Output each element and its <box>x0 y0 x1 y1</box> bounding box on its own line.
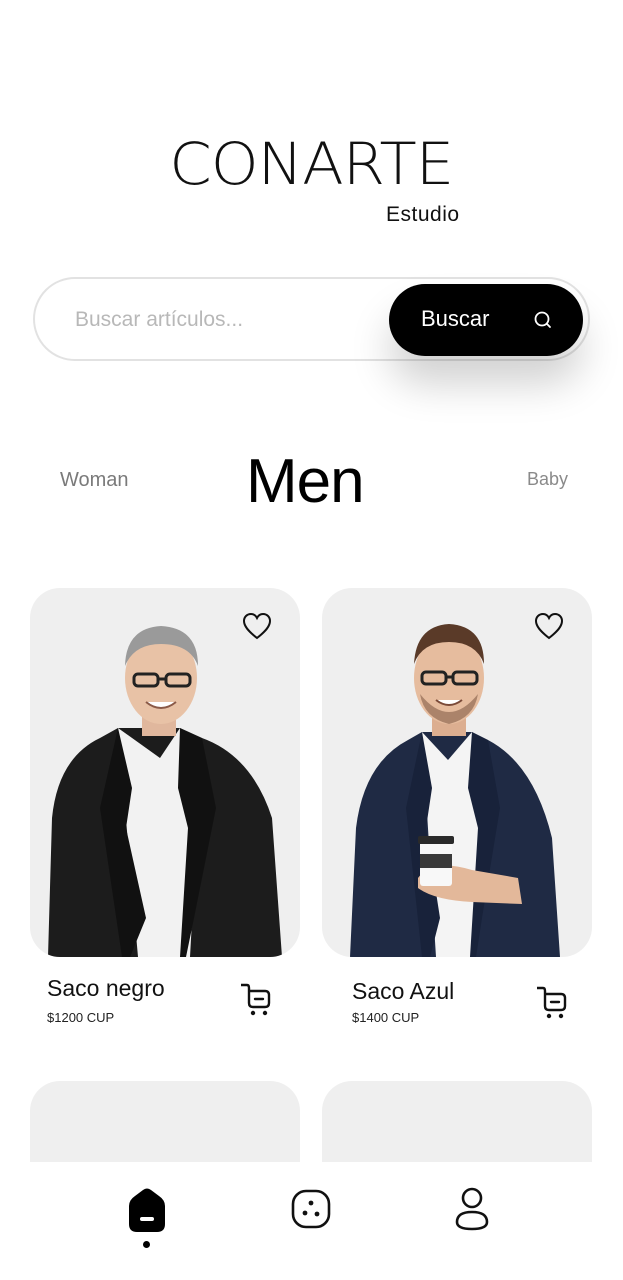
product-price: $1200 CUP <box>47 1010 115 1025</box>
search-bar: Buscar <box>33 277 590 361</box>
cart-icon[interactable] <box>239 981 273 1017</box>
categories-icon[interactable] <box>290 1188 332 1230</box>
brand-name: CONARTE <box>169 130 455 198</box>
search-button-label: Buscar <box>421 306 490 331</box>
bottom-navigation <box>0 1162 623 1280</box>
product-name: Saco negro <box>47 975 165 1001</box>
tab-woman[interactable]: Woman <box>60 469 129 492</box>
brand-subtitle: Estudio <box>386 203 460 226</box>
product-image[interactable] <box>30 588 300 957</box>
search-button[interactable]: Buscar <box>389 284 583 356</box>
product-photo-man-navy-blazer-coffee <box>350 624 560 957</box>
product-image[interactable] <box>322 588 592 957</box>
product-price: $1400 CUP <box>352 1010 420 1025</box>
tab-baby[interactable]: Baby <box>527 469 568 490</box>
tab-men[interactable]: Men <box>246 446 365 517</box>
search-icon <box>534 311 551 328</box>
product-name: Saco Azul <box>352 978 455 1004</box>
home-icon[interactable] <box>125 1188 169 1234</box>
cart-icon[interactable] <box>535 984 569 1020</box>
favorite-heart-icon[interactable] <box>242 612 272 640</box>
profile-icon[interactable] <box>454 1186 490 1232</box>
product-photo-man-black-blazer <box>48 626 282 957</box>
favorite-heart-icon[interactable] <box>534 612 564 640</box>
active-tab-indicator <box>143 1241 150 1248</box>
search-input[interactable] <box>75 301 375 339</box>
brand-logo: CONARTE <box>0 135 623 193</box>
